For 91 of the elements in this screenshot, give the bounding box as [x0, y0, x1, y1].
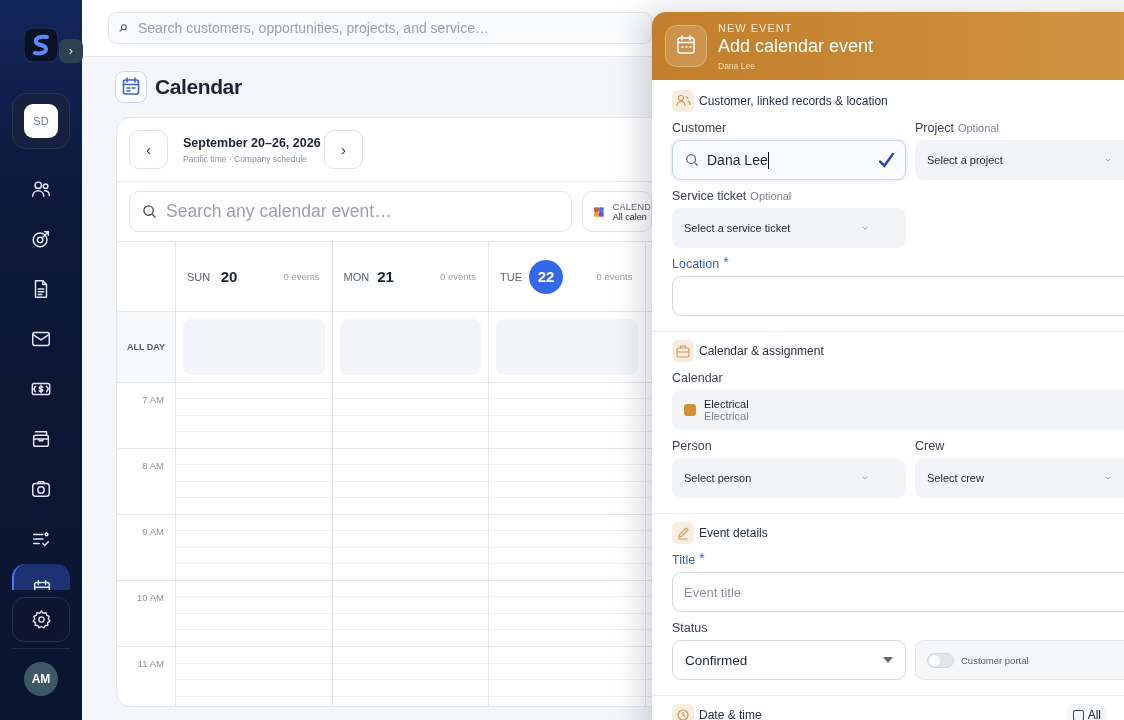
field-label: Person [672, 438, 713, 454]
hour-label: 8 AM [142, 460, 164, 472]
workspace-button[interactable]: SD [24, 104, 58, 138]
panel-eyebrow: NEW EVENT [718, 21, 794, 34]
status-select[interactable]: Confirmed [672, 640, 906, 680]
person-select[interactable]: Select person [672, 458, 906, 498]
time-slot[interactable] [176, 449, 333, 514]
project-select[interactable]: Select a project [915, 140, 1124, 180]
day-header[interactable]: MON 21 0 events [332, 242, 489, 311]
field-label: Status [672, 620, 709, 636]
field-label: Location [672, 256, 720, 272]
hour-label: 9 AM [142, 526, 164, 538]
section-heading: Event details [699, 526, 768, 540]
expand-button[interactable]: › [59, 39, 83, 63]
calendar-icon [665, 25, 707, 67]
archive-icon [30, 428, 52, 450]
schedule-subtitle: Pacific time · Company schedule [183, 153, 308, 164]
time-slot[interactable] [332, 383, 489, 448]
toggle-switch[interactable] [927, 652, 954, 668]
briefcase-icon [672, 340, 694, 362]
time-slot[interactable] [489, 581, 646, 646]
hour-label: 10 AM [137, 592, 164, 604]
toggle-label: Customer portal [961, 654, 1029, 666]
target-icon [30, 228, 52, 250]
people-icon [672, 90, 694, 112]
page-title: Calendar [155, 75, 242, 99]
time-slot[interactable] [489, 449, 646, 514]
hour-label: 7 AM [142, 394, 164, 406]
title-field[interactable]: Event title [672, 572, 1124, 612]
search-icon [685, 153, 699, 167]
color-squares-icon [594, 205, 604, 218]
time-slot[interactable] [176, 515, 333, 580]
settings-icon [30, 609, 52, 630]
day-header[interactable]: SUN 20 0 events [176, 242, 333, 311]
chevron-down-icon [1105, 476, 1111, 480]
optional-hint: Optional [957, 121, 999, 136]
customer-field[interactable]: Dana Lee [672, 140, 906, 180]
camera-icon [30, 478, 52, 500]
user-avatar[interactable]: AM [24, 662, 58, 696]
chevron-down-icon [862, 226, 868, 230]
checkbox[interactable] [1072, 709, 1084, 720]
field-label: Project [915, 120, 954, 136]
time-slot[interactable] [489, 383, 646, 448]
required-mark: * [723, 256, 729, 268]
calendar-swatch [684, 404, 696, 416]
next-week-button[interactable]: › [324, 130, 363, 169]
section-heading: Calendar & assignment [699, 344, 824, 358]
pencil-icon [672, 522, 694, 544]
calendar-filter[interactable]: CALEND All calen [582, 191, 652, 232]
search-field[interactable]: Search customers, opportunities, projects, and service… [108, 12, 652, 44]
calendar-icon [115, 71, 147, 103]
location-field[interactable] [672, 276, 1124, 316]
clock-icon [672, 704, 694, 720]
field-label: Title [672, 552, 696, 568]
time-slot[interactable] [332, 449, 489, 514]
field-label: Crew [915, 438, 946, 454]
calendar-select[interactable]: Electrical Electrical [672, 390, 1124, 430]
caret-down-icon [883, 657, 893, 663]
time-slot[interactable] [176, 647, 333, 706]
field-label: Calendar [672, 370, 724, 386]
chevron-down-icon [862, 476, 868, 480]
section-heading: Date & time [699, 708, 762, 720]
logo-icon [24, 28, 58, 62]
section-heading: Customer, linked records & location [699, 94, 888, 108]
settings-button[interactable] [12, 597, 70, 642]
panel-subtitle: Dana Lee [718, 60, 756, 71]
day-header[interactable]: TUE 22 0 events [489, 242, 646, 311]
time-slot[interactable] [489, 515, 646, 580]
time-slot[interactable] [489, 647, 646, 706]
people-icon [30, 178, 52, 200]
required-mark: * [699, 552, 705, 564]
optional-hint: Optional [750, 189, 792, 204]
hour-label: 11 AM [137, 658, 164, 670]
time-slot[interactable] [332, 581, 489, 646]
service-ticket-select[interactable]: Select a service ticket [672, 208, 906, 248]
search-icon [118, 23, 128, 33]
field-label: Customer [672, 120, 728, 136]
panel-title: Add calendar event [718, 35, 874, 57]
time-slot[interactable] [176, 581, 333, 646]
time-slot[interactable] [176, 383, 333, 448]
chevron-down-icon [1105, 158, 1111, 162]
event-search-field[interactable]: Search any calendar event… [129, 191, 572, 232]
time-slot[interactable] [332, 647, 489, 706]
date-range: September 20–26, 2026 [183, 135, 322, 150]
all-day-checkbox[interactable]: All [1066, 704, 1107, 720]
search-icon [142, 204, 157, 219]
time-slot[interactable] [332, 515, 489, 580]
field-label: Service ticket [672, 188, 747, 204]
all-day-label: ALL DAY [127, 342, 165, 352]
crew-select[interactable]: Select crew [915, 458, 1124, 498]
previous-week-button[interactable]: ‹ [129, 130, 168, 169]
